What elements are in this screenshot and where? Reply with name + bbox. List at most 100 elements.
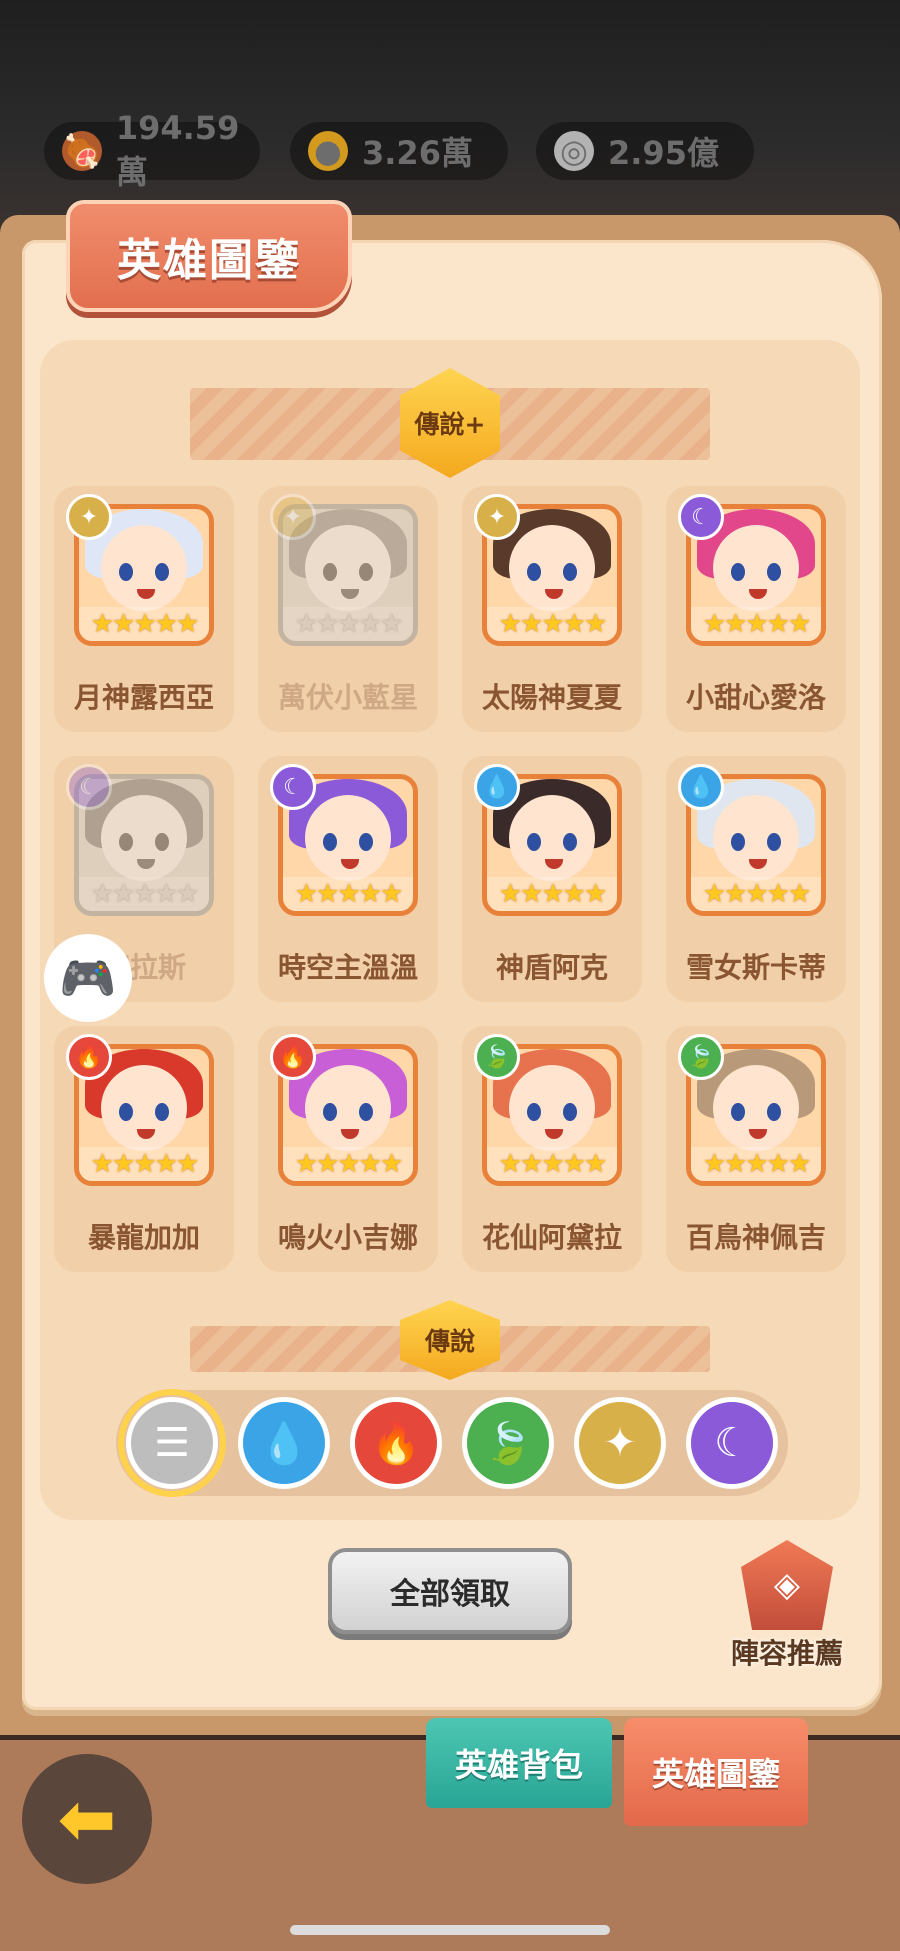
dark-element-icon: ☾	[66, 764, 112, 810]
resource-value: 194.59萬	[115, 109, 240, 191]
hero-eye	[359, 1103, 373, 1121]
hero-card[interactable]: ★★★★★ 🍃 花仙阿黛拉	[462, 1026, 642, 1272]
hero-card[interactable]: ★★★★★ ☾ 小甜心愛洛	[666, 486, 846, 732]
hero-name: 花仙阿黛拉	[481, 1221, 622, 1254]
hero-name: 百鳥神佩吉	[685, 1221, 826, 1254]
hero-card[interactable]: ★★★★★ ✦ 月神露西亞	[54, 486, 234, 732]
hero-name: 萬伏小藍星	[277, 681, 418, 714]
hero-eye	[155, 1103, 169, 1121]
hero-eye	[767, 833, 781, 851]
hero-eye	[527, 563, 541, 581]
hero-eye	[119, 563, 133, 581]
lineup-recommend-button[interactable]: ◈ 陣容推薦	[712, 1540, 862, 1670]
hero-name: 神盾阿克	[495, 951, 608, 984]
hero-eye	[527, 1103, 541, 1121]
hero-name: 雪女斯卡蒂	[685, 951, 826, 984]
hero-eye	[155, 833, 169, 851]
hero-card[interactable]: ★★★★★ ✦ 萬伏小藍星	[258, 486, 438, 732]
hero-eye	[359, 563, 373, 581]
hero-name: 時空主溫溫	[277, 951, 418, 984]
meat-icon: 🍖	[62, 131, 102, 171]
claim-all-button[interactable]: 全部領取	[328, 1548, 572, 1634]
light-element-icon: ✦	[474, 494, 520, 540]
hero-eye	[731, 1103, 745, 1121]
star-rating: ★★★★★	[79, 877, 209, 911]
hero-eye	[731, 563, 745, 581]
star-rating: ★★★★★	[283, 877, 413, 911]
fire-icon: 🔥	[371, 1420, 421, 1467]
hero-eye	[323, 1103, 337, 1121]
hero-card[interactable]: ★★★★★ 💧 雪女斯卡蒂	[666, 756, 846, 1002]
star-rating: ★★★★★	[79, 1147, 209, 1181]
home-indicator	[290, 1925, 610, 1935]
hero-name: 小甜心愛洛	[685, 681, 826, 714]
hero-eye	[731, 833, 745, 851]
hero-name: 鳴火小吉娜	[277, 1221, 418, 1254]
nature-element-icon: 🍃	[678, 1034, 724, 1080]
tab-hero-bag[interactable]: 英雄背包	[426, 1718, 612, 1808]
water-element-icon: 💧	[678, 764, 724, 810]
hero-eye	[563, 833, 577, 851]
tab-hero-codex[interactable]: 英雄圖鑒	[624, 1718, 808, 1826]
gamepad-icon[interactable]: 🎮	[44, 934, 132, 1022]
hero-eye	[767, 1103, 781, 1121]
hero-name: 月神露西亞	[73, 681, 214, 714]
star-rating: ★★★★★	[283, 607, 413, 641]
hero-name: 暴龍加加	[87, 1221, 200, 1254]
hero-name: 太陽神夏夏	[481, 681, 622, 714]
star-rating: ★★★★★	[487, 877, 617, 911]
lineup-label: 陣容推薦	[730, 1637, 843, 1670]
star-rating: ★★★★★	[691, 607, 821, 641]
moon-icon: ☾	[714, 1420, 750, 1466]
filter-moon-button[interactable]: ☾	[686, 1397, 778, 1489]
hero-card[interactable]: ★★★★★ 🔥 鳴火小吉娜	[258, 1026, 438, 1272]
hero-card[interactable]: ★★★★★ ☾ 時空主溫溫	[258, 756, 438, 1002]
hero-card[interactable]: ★★★★★ 🍃 百鳥神佩吉	[666, 1026, 846, 1272]
hero-eye	[359, 833, 373, 851]
fire-element-icon: 🔥	[270, 1034, 316, 1080]
hero-card[interactable]: ★★★★★ 💧 神盾阿克	[462, 756, 642, 1002]
gold-coins-icon: ●	[308, 131, 348, 171]
nature-element-icon: 🍃	[474, 1034, 520, 1080]
filter-light-button[interactable]: ✦	[574, 1397, 666, 1489]
star-rating: ★★★★★	[691, 877, 821, 911]
star-rating: ★★★★★	[487, 607, 617, 641]
hero-eye	[155, 563, 169, 581]
hero-eye	[323, 833, 337, 851]
star-rating: ★★★★★	[691, 1147, 821, 1181]
hero-eye	[323, 563, 337, 581]
star-rating: ★★★★★	[283, 1147, 413, 1181]
hero-eye	[563, 1103, 577, 1121]
lineup-emblem-icon: ◈	[741, 1540, 833, 1630]
dark-element-icon: ☾	[678, 494, 724, 540]
resource-gem: ◎ 2.95億	[536, 122, 754, 180]
hero-eye	[527, 833, 541, 851]
hero-grid: ★★★★★ ✦ 月神露西亞 ★★★★★ ✦ 萬伏小藍星 ★★★★★ ✦ 太陽神夏夏 ★★★★★ ☾ 小…	[54, 486, 850, 1272]
filter-water-drop-button[interactable]: 💧	[238, 1397, 330, 1489]
resource-gold: ● 3.26萬	[290, 122, 508, 180]
filter-fire-button[interactable]: 🔥	[350, 1397, 442, 1489]
fire-element-icon: 🔥	[66, 1034, 112, 1080]
resource-meat: 🍖 194.59萬	[44, 109, 260, 191]
light-element-icon: ✦	[270, 494, 316, 540]
resource-value: 3.26萬	[362, 134, 473, 172]
list-icon: ☰	[154, 1420, 190, 1466]
resource-value: 2.95億	[608, 134, 719, 172]
leaf-icon: 🍃	[483, 1420, 533, 1467]
hero-eye	[119, 833, 133, 851]
water-element-icon: 💧	[474, 764, 520, 810]
filter-leaf-button[interactable]: 🍃	[462, 1397, 554, 1489]
gem-coin-icon: ◎	[554, 131, 594, 171]
light-icon: ✦	[603, 1420, 637, 1466]
filter-list-button[interactable]: ☰	[118, 1389, 226, 1497]
page-title: 英雄圖鑒	[66, 200, 352, 312]
hero-card[interactable]: ★★★★★ 🔥 暴龍加加	[54, 1026, 234, 1272]
back-arrow-icon[interactable]: ⬅	[22, 1754, 152, 1884]
hero-eye	[767, 563, 781, 581]
star-rating: ★★★★★	[487, 1147, 617, 1181]
star-rating: ★★★★★	[79, 607, 209, 641]
hero-card[interactable]: ★★★★★ ✦ 太陽神夏夏	[462, 486, 642, 732]
light-element-icon: ✦	[66, 494, 112, 540]
dark-element-icon: ☾	[270, 764, 316, 810]
hero-eye	[563, 563, 577, 581]
